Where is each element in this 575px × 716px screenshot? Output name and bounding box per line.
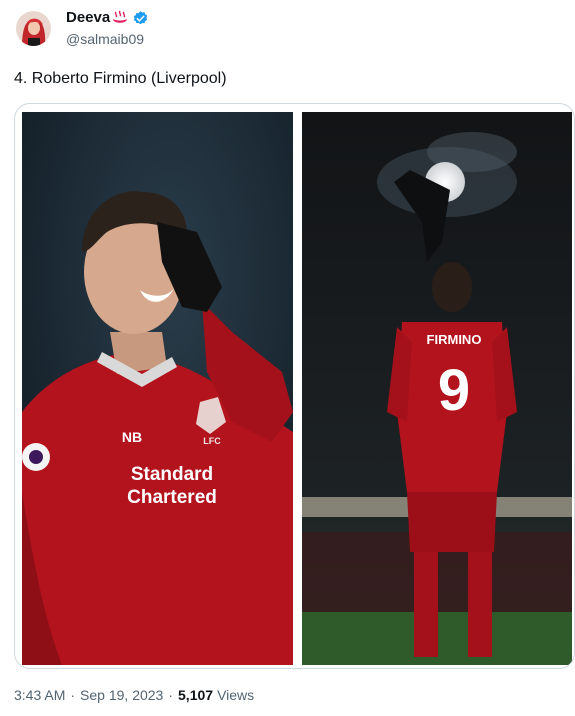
sponsor-line2: Chartered bbox=[127, 487, 217, 508]
meta-separator: · bbox=[70, 687, 76, 703]
avatar[interactable] bbox=[16, 10, 51, 46]
views-label: Views bbox=[217, 687, 255, 703]
photo-left[interactable]: LFC NB Standard Chartered bbox=[22, 112, 293, 665]
views-count: 5,107 bbox=[178, 687, 214, 703]
hot-springs-icon bbox=[112, 10, 128, 26]
author-name-row[interactable]: Deeva bbox=[66, 8, 149, 28]
sponsor-line1: Standard bbox=[131, 464, 213, 485]
shirt-name: FIRMINO bbox=[427, 332, 482, 347]
author-handle[interactable]: @salmaib09 bbox=[66, 30, 149, 48]
media-grid: LFC NB Standard Chartered FIRMINO 9 bbox=[14, 103, 575, 669]
verified-badge-icon bbox=[132, 10, 149, 27]
tweet-meta: 3:43 AM · Sep 19, 2023 · 5,107 Views bbox=[14, 686, 254, 704]
crest-label: LFC bbox=[203, 436, 221, 446]
kit-brand-label: NB bbox=[122, 429, 142, 445]
tweet-time[interactable]: 3:43 AM bbox=[14, 686, 65, 704]
author-block: Deeva @salmaib09 bbox=[66, 8, 149, 48]
author-name[interactable]: Deeva bbox=[66, 8, 110, 28]
tweet-header: Deeva @salmaib09 bbox=[16, 8, 149, 48]
shirt-number: 9 bbox=[438, 358, 470, 423]
photo-right[interactable]: FIRMINO 9 bbox=[302, 112, 572, 665]
meta-separator: · bbox=[168, 687, 174, 703]
tweet-text: 4. Roberto Firmino (Liverpool) bbox=[14, 70, 227, 87]
tweet-date[interactable]: Sep 19, 2023 bbox=[80, 686, 163, 704]
